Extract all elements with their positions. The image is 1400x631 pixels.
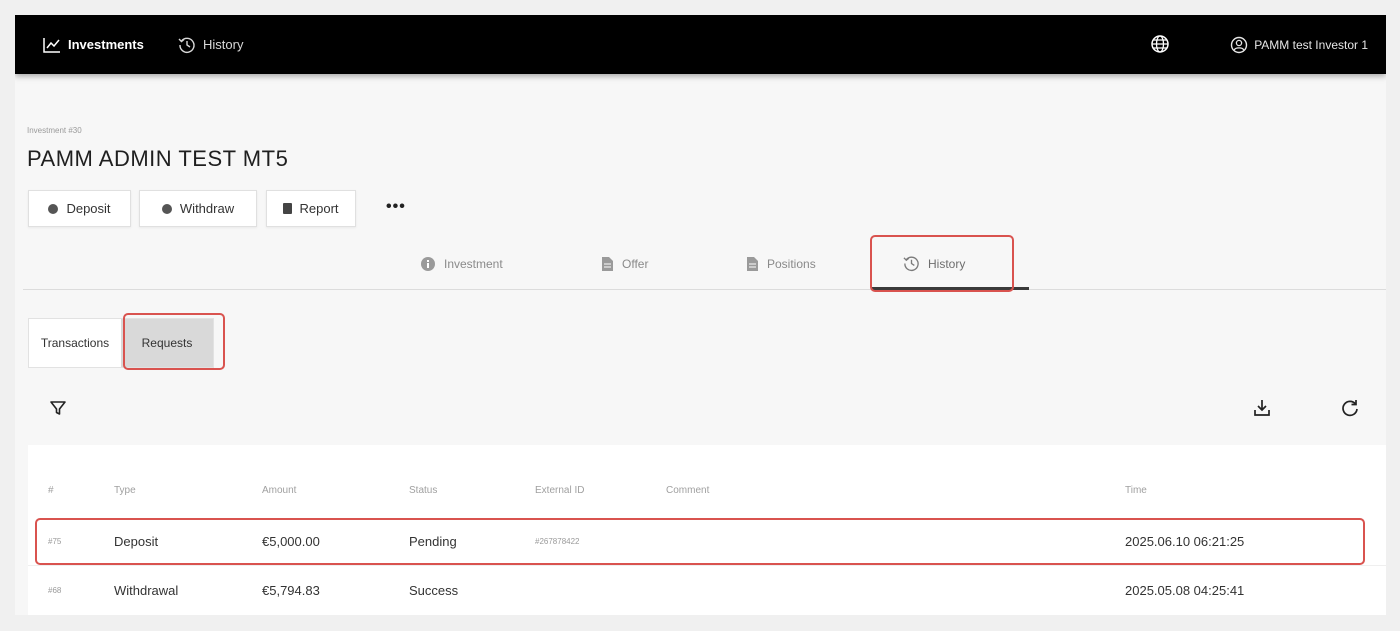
cell-id: #68 (48, 585, 62, 595)
nav-history-label: History (203, 37, 244, 52)
tab-positions[interactable]: Positions (746, 237, 816, 290)
document-icon (602, 256, 613, 271)
column-header-id: # (48, 485, 54, 496)
table-row[interactable]: #68 Withdrawal €5,794.83 Success 2025.05… (28, 565, 1386, 613)
globe-icon[interactable] (1149, 33, 1171, 55)
nav-history[interactable]: History (178, 15, 243, 74)
cell-amount: €5,794.83 (262, 582, 320, 598)
coin-icon (48, 203, 59, 214)
tab-investment[interactable]: Investment (420, 237, 503, 290)
column-header-comment: Comment (666, 485, 710, 496)
withdraw-button-label: Withdraw (179, 201, 235, 216)
coin-icon (161, 203, 172, 214)
nav-investments-label: Investments (68, 37, 144, 52)
highlight-requests-subtab (123, 313, 225, 370)
main-tabs: Investment Offer Positions History (23, 237, 1386, 290)
column-header-time: Time (1125, 485, 1147, 496)
report-icon (283, 203, 293, 214)
column-header-status: Status (409, 485, 438, 496)
user-menu[interactable]: PAMM test Investor 1 (1230, 15, 1368, 74)
withdraw-button[interactable]: Withdraw (139, 190, 257, 227)
more-options-button[interactable]: ••• (386, 198, 406, 216)
highlight-pending-row (35, 518, 1365, 565)
tab-investment-label: Investment (444, 256, 503, 271)
user-name: PAMM test Investor 1 (1254, 37, 1368, 52)
download-icon[interactable] (1252, 398, 1272, 418)
app-frame: Investments History PAMM test Investor 1… (15, 15, 1386, 615)
report-button-label: Report (299, 201, 339, 216)
refresh-icon[interactable] (1340, 398, 1360, 418)
cell-time: 2025.05.08 04:25:41 (1125, 582, 1245, 598)
report-button[interactable]: Report (266, 190, 356, 227)
page-title: PAMM ADMIN TEST MT5 (27, 146, 289, 171)
deposit-button-label: Deposit (66, 201, 111, 216)
filter-icon[interactable] (49, 399, 67, 417)
chart-line-icon (43, 37, 60, 53)
tab-offer-label: Offer (622, 256, 649, 271)
document-icon (747, 256, 758, 271)
column-header-type: Type (114, 485, 136, 496)
user-circle-icon (1230, 36, 1248, 53)
cell-type: Withdrawal (114, 582, 179, 598)
breadcrumb: Investment #30 (27, 126, 82, 135)
nav-investments[interactable]: Investments (43, 15, 144, 74)
info-circle-icon (421, 256, 435, 271)
subtab-transactions[interactable]: Transactions (29, 319, 121, 367)
highlight-history-tab (870, 235, 1014, 292)
deposit-button[interactable]: Deposit (28, 190, 131, 227)
cell-status: Success (409, 582, 459, 598)
history-icon (178, 37, 195, 53)
column-header-amount: Amount (262, 485, 297, 496)
tab-offer[interactable]: Offer (601, 237, 648, 290)
tab-positions-label: Positions (767, 256, 816, 271)
top-navbar: Investments History PAMM test Investor 1 (15, 15, 1386, 74)
column-header-external-id: External ID (535, 485, 585, 496)
